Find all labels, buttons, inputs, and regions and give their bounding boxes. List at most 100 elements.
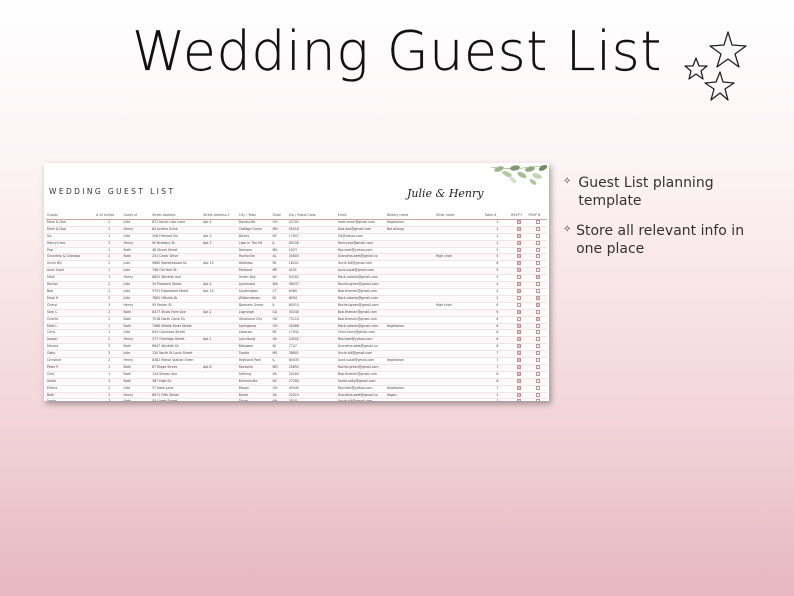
checkbox[interactable] xyxy=(517,364,522,369)
checkbox[interactable] xyxy=(517,399,522,401)
checkbox[interactable] xyxy=(517,351,522,356)
checkbox[interactable] xyxy=(535,316,540,321)
checkbox[interactable] xyxy=(535,323,540,328)
checkbox[interactable] xyxy=(517,371,522,376)
checkbox[interactable] xyxy=(535,344,540,349)
checkbox[interactable] xyxy=(535,282,540,287)
checkbox[interactable] xyxy=(535,288,540,293)
table-cell: Lynchburg xyxy=(237,336,272,345)
checkbox[interactable] xyxy=(535,351,540,356)
rsvp-no-cell xyxy=(527,357,547,365)
checkbox[interactable] xyxy=(517,337,522,342)
checkbox[interactable] xyxy=(535,247,540,252)
table-cell: NJ xyxy=(271,295,288,303)
rsvp-no-cell xyxy=(527,267,547,276)
checkbox[interactable] xyxy=(517,226,522,231)
table-cell: Mark.roberts@gmail.com xyxy=(336,274,386,283)
checkbox[interactable] xyxy=(517,240,522,245)
checkbox[interactable] xyxy=(517,323,522,328)
checkbox[interactable] xyxy=(517,268,522,273)
checkbox[interactable] xyxy=(535,378,540,383)
checkbox[interactable] xyxy=(517,344,522,349)
table-cell xyxy=(385,371,435,379)
table-cell: Apt 15 xyxy=(202,260,238,269)
table-cell: Pop.beet@yahoo.com xyxy=(336,336,386,345)
checkbox[interactable] xyxy=(535,364,540,369)
table-cell: 7 xyxy=(483,385,511,393)
checkbox[interactable] xyxy=(535,358,540,363)
checkbox[interactable] xyxy=(535,392,540,397)
table-cell xyxy=(202,357,238,365)
table-cell xyxy=(202,398,238,401)
checkbox[interactable] xyxy=(535,233,540,238)
table-cell: 1 xyxy=(94,329,123,338)
checkbox[interactable] xyxy=(517,330,522,335)
checkbox[interactable] xyxy=(535,219,540,224)
checkbox[interactable] xyxy=(535,337,540,342)
table-cell: 22015 xyxy=(287,392,337,400)
table-cell: 8647 Windfall Dr. xyxy=(151,343,203,352)
checkbox[interactable] xyxy=(517,295,522,300)
table-cell: 2 xyxy=(94,357,123,365)
checkbox[interactable] xyxy=(517,392,522,397)
table-cell: 796 Old York St. xyxy=(151,267,203,276)
checkbox[interactable] xyxy=(517,261,522,266)
rsvp-no-cell xyxy=(527,281,547,289)
table-cell: 60515 xyxy=(287,302,337,310)
checkbox[interactable] xyxy=(517,316,522,321)
rsvp-yes-cell xyxy=(510,260,528,269)
table-cell: 1 xyxy=(94,233,123,241)
checkbox[interactable] xyxy=(535,295,540,300)
checkbox[interactable] xyxy=(517,302,522,307)
table-cell: Mark xyxy=(46,274,95,283)
table-cell: Apt 1 xyxy=(202,336,238,345)
rsvp-yes-cell xyxy=(510,226,528,234)
checkbox[interactable] xyxy=(517,254,522,259)
checkbox[interactable] xyxy=(517,358,522,363)
checkbox[interactable] xyxy=(535,371,540,376)
table-cell: Henry.bro@gmail.com xyxy=(336,240,386,248)
checkbox[interactable] xyxy=(535,226,540,231)
table-cell xyxy=(385,336,435,345)
checkbox[interactable] xyxy=(517,288,522,293)
checkbox[interactable] xyxy=(517,219,522,224)
table-cell: Beth xyxy=(46,392,95,400)
checkbox[interactable] xyxy=(517,247,522,252)
checkbox[interactable] xyxy=(535,385,540,390)
table-cell xyxy=(202,378,238,386)
table-cell: 6 xyxy=(483,336,511,345)
checkbox[interactable] xyxy=(535,302,540,307)
checkbox[interactable] xyxy=(517,233,522,238)
checkbox[interactable] xyxy=(535,261,540,266)
checkbox[interactable] xyxy=(535,240,540,245)
checkbox[interactable] xyxy=(535,330,540,335)
table-cell: Highland Park xyxy=(237,357,272,365)
rsvp-yes-cell xyxy=(510,309,528,317)
table-cell: Apt 5 xyxy=(202,233,238,241)
table-cell: 2 xyxy=(94,295,123,303)
table-cell: 3 xyxy=(94,378,123,386)
table-cell xyxy=(434,309,484,317)
checkbox[interactable] xyxy=(535,399,540,401)
table-cell: IL xyxy=(271,302,288,310)
table-cell: Gaby xyxy=(46,350,95,359)
table-cell xyxy=(385,295,435,303)
checkbox[interactable] xyxy=(535,309,540,314)
checkbox[interactable] xyxy=(517,309,522,314)
checkbox[interactable] xyxy=(535,275,540,280)
table-cell: 1 xyxy=(94,267,123,276)
sheet-title: WEDDING GUEST LIST xyxy=(49,187,176,196)
table-cell: Henry's bro xyxy=(46,240,95,248)
checkbox[interactable] xyxy=(517,282,522,287)
table-cell: Rachel.green@gmail.com xyxy=(336,364,386,372)
checkbox[interactable] xyxy=(535,254,540,259)
checkbox[interactable] xyxy=(517,275,522,280)
table-cell xyxy=(434,247,484,255)
table-cell: Julie xyxy=(122,233,152,241)
table-cell: Aunt.susie@gmail.com xyxy=(336,267,386,276)
table-cell xyxy=(434,240,484,248)
checkbox[interactable] xyxy=(517,378,522,383)
checkbox[interactable] xyxy=(535,268,540,273)
table-row: Henry's bro 3 Henry 90 Brewery St. Apt 3 Lake… xyxy=(46,240,547,248)
checkbox[interactable] xyxy=(517,385,522,390)
